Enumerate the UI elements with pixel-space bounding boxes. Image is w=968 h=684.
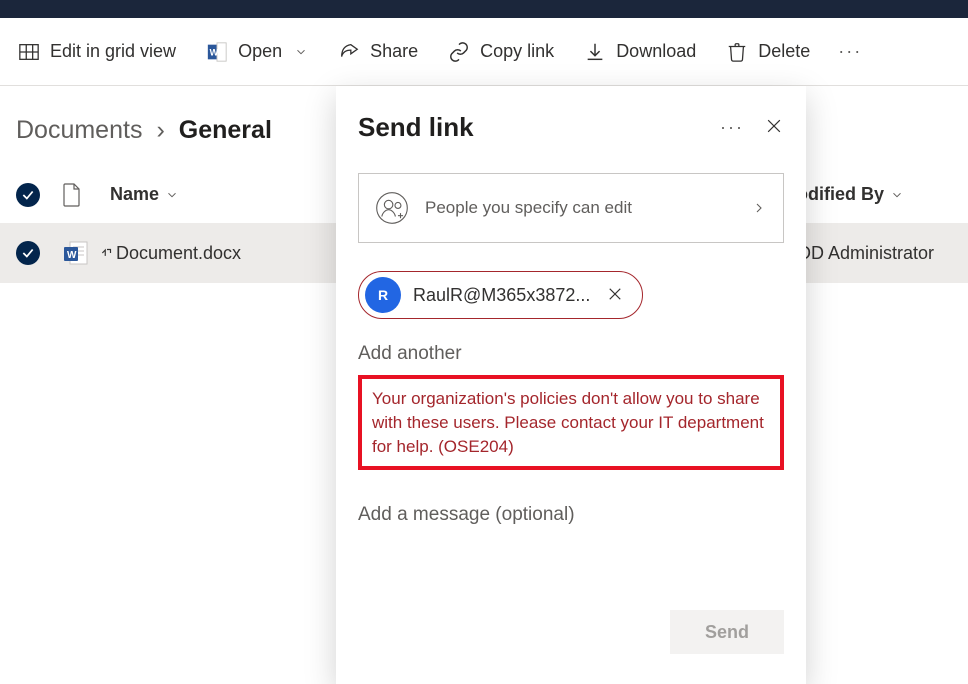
svg-text:W: W xyxy=(67,250,77,261)
more-icon: ··· xyxy=(720,117,744,137)
more-icon: ··· xyxy=(838,41,862,62)
close-icon xyxy=(606,285,624,303)
chevron-right-icon xyxy=(751,200,767,216)
trash-icon xyxy=(726,41,748,63)
breadcrumb-current: General xyxy=(179,116,272,145)
copy-link-label: Copy link xyxy=(480,41,554,62)
panel-close-button[interactable] xyxy=(764,116,784,139)
share-label: Share xyxy=(370,41,418,62)
chevron-down-icon xyxy=(890,188,904,202)
people-icon xyxy=(375,191,409,225)
chevron-down-icon xyxy=(294,45,308,59)
share-button[interactable]: Share xyxy=(326,32,430,72)
word-icon: W xyxy=(206,41,228,63)
command-bar: Edit in grid view W Open Share Copy link… xyxy=(0,18,968,86)
open-label: Open xyxy=(238,41,282,62)
delete-button[interactable]: Delete xyxy=(714,32,822,72)
close-icon xyxy=(764,116,784,136)
add-another-input[interactable]: Add another xyxy=(358,343,784,373)
name-column-header[interactable]: Name xyxy=(110,184,179,205)
remove-recipient-button[interactable] xyxy=(602,281,628,310)
checked-out-icon xyxy=(100,246,114,260)
error-callout: Your organization's policies don't allow… xyxy=(358,375,784,470)
edit-in-grid-label: Edit in grid view xyxy=(50,41,176,62)
download-label: Download xyxy=(616,41,696,62)
svg-text:W: W xyxy=(210,47,219,57)
file-type-icon xyxy=(62,183,82,207)
link-icon xyxy=(448,41,470,63)
panel-title: Send link xyxy=(358,112,474,143)
share-icon xyxy=(338,41,360,63)
recipient-avatar: R xyxy=(365,277,401,313)
panel-more-button[interactable]: ··· xyxy=(720,117,744,138)
row-selected-indicator[interactable] xyxy=(16,241,40,265)
word-file-icon: W xyxy=(62,239,90,267)
download-button[interactable]: Download xyxy=(572,32,708,72)
error-text: Your organization's policies don't allow… xyxy=(372,387,770,458)
link-settings-button[interactable]: People you specify can edit xyxy=(358,173,784,243)
download-icon xyxy=(584,41,606,63)
app-top-bar xyxy=(0,0,968,18)
chevron-down-icon xyxy=(165,188,179,202)
send-link-panel: Send link ··· People you specify can edi… xyxy=(336,86,806,684)
send-button[interactable]: Send xyxy=(670,610,784,654)
delete-label: Delete xyxy=(758,41,810,62)
permission-text: People you specify can edit xyxy=(425,198,735,218)
edit-in-grid-button[interactable]: Edit in grid view xyxy=(6,32,188,72)
message-input[interactable]: Add a message (optional) xyxy=(358,504,784,526)
recipient-email: RaulR@M365x3872... xyxy=(413,285,590,306)
modified-by-column-header[interactable]: Modified By xyxy=(782,184,952,205)
recipient-pill: R RaulR@M365x3872... xyxy=(358,271,643,319)
more-actions-button[interactable]: ··· xyxy=(828,32,872,72)
breadcrumb-root[interactable]: Documents xyxy=(16,116,142,145)
chevron-right-icon: › xyxy=(156,116,164,145)
grid-icon xyxy=(18,41,40,63)
copy-link-button[interactable]: Copy link xyxy=(436,32,566,72)
open-button[interactable]: W Open xyxy=(194,32,320,72)
file-name[interactable]: Document.docx xyxy=(116,243,241,264)
select-all-toggle[interactable] xyxy=(16,183,40,207)
